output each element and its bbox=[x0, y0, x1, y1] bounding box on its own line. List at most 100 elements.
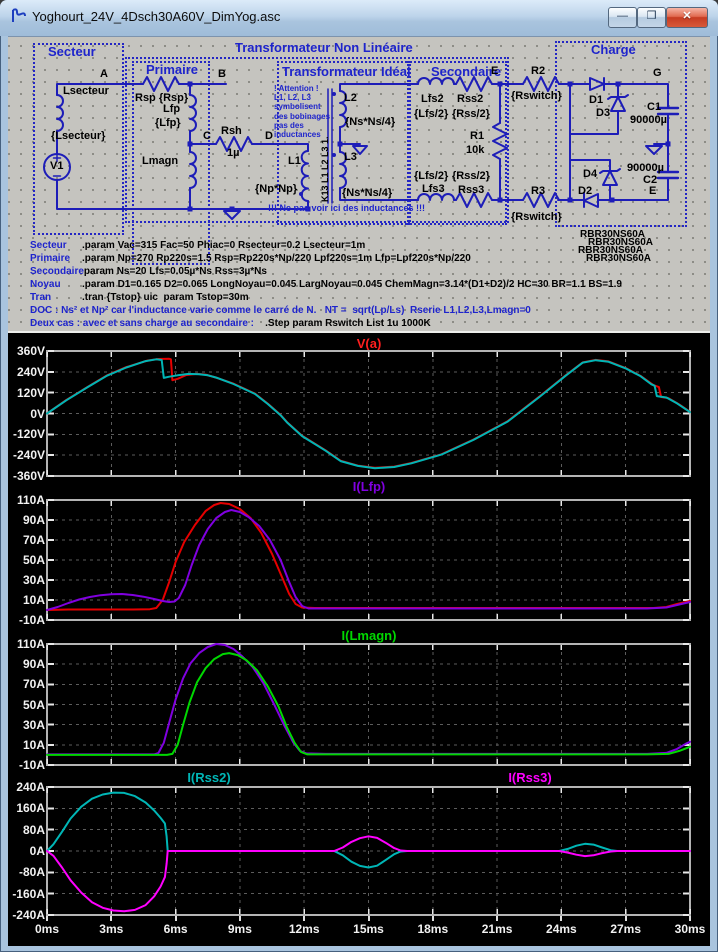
trace-title-I(Rss2)[interactable]: I(Rss2) bbox=[187, 770, 230, 785]
spice-directive[interactable]: Primaire .param Np=270 Rp220s=1.5 Rsp=Rp2… bbox=[30, 253, 471, 264]
plot-pane-1[interactable] bbox=[46, 499, 691, 621]
schematic-label[interactable]: D bbox=[265, 130, 273, 142]
x-axis-tick bbox=[110, 916, 113, 921]
spice-directive[interactable]: Noyau .param D1=0.165 D2=0.065 LongNoyau=… bbox=[30, 279, 622, 290]
schematic-label[interactable]: L2 bbox=[344, 92, 357, 104]
schematic-label[interactable]: {Rswitch} bbox=[511, 211, 562, 223]
x-axis-tick-label: 24ms bbox=[546, 922, 577, 936]
y-axis-tick-label: 70A bbox=[22, 533, 45, 547]
window-controls: — ❒ ✕ bbox=[608, 7, 708, 28]
schematic-label[interactable]: {Lfs/2} bbox=[414, 108, 448, 120]
x-axis-tick bbox=[174, 916, 177, 921]
schematic-label[interactable]: {Rss/2} bbox=[452, 170, 490, 182]
x-axis-tick bbox=[689, 916, 691, 921]
schematic-labels: Secteur Transformateur Non Linéaire Primai… bbox=[8, 37, 710, 331]
schematic-label[interactable]: V1 bbox=[50, 160, 63, 172]
y-axis-tick-label: 160A bbox=[16, 801, 45, 816]
x-axis-tick bbox=[560, 916, 563, 921]
y-axis-tick-label: 80A bbox=[22, 822, 45, 837]
y-axis-tick-label: -160A bbox=[12, 886, 45, 901]
x-axis-tick bbox=[367, 916, 370, 921]
y-axis-tick-label: 30A bbox=[22, 717, 45, 732]
spice-directive[interactable]: Secteur .param Vac=315 Fac=50 Phiac=0 Rse… bbox=[30, 240, 365, 251]
y-axis-tick-label: -10A bbox=[18, 758, 45, 772]
schematic-label[interactable]: Lmagn bbox=[142, 155, 178, 167]
window-title: Yoghourt_24V_4Dsch30A60V_DimYog.asc bbox=[32, 9, 281, 24]
plot-pane-0[interactable] bbox=[46, 350, 691, 477]
schematic-label[interactable]: {Np*Np} bbox=[255, 183, 297, 195]
y-axis-tick-label: 30A bbox=[22, 573, 45, 587]
y-axis-tick-label: 240A bbox=[16, 780, 45, 794]
schematic-label[interactable]: R3 bbox=[531, 185, 545, 197]
schematic-label[interactable]: L1 bbox=[288, 155, 301, 167]
schematic-label[interactable]: Rss3 bbox=[458, 184, 484, 196]
plot-pane-2[interactable] bbox=[46, 643, 691, 766]
schematic-label[interactable]: D4 bbox=[583, 168, 597, 180]
schematic-label[interactable]: Rsp {Rsp} bbox=[135, 92, 188, 104]
plot-pane-3[interactable] bbox=[46, 786, 691, 916]
spice-directive[interactable]: Tran .tran {Tstop} uic param Tstop=30m bbox=[30, 292, 249, 303]
y-axis-tick-label: 120V bbox=[16, 385, 45, 400]
spice-directive[interactable]: Deux cas : avec et sans charge au second… bbox=[30, 318, 431, 329]
schematic-label[interactable]: D2 bbox=[578, 185, 592, 197]
schematic-label[interactable]: G bbox=[653, 67, 662, 79]
schematic-label[interactable]: E bbox=[491, 65, 498, 77]
schematic-label[interactable]: {Rswitch} bbox=[511, 90, 562, 102]
schematic-label[interactable]: {Lfp} bbox=[155, 117, 181, 129]
schematic-label[interactable]: {Lfs/2} bbox=[414, 170, 448, 182]
maximize-button[interactable]: ❒ bbox=[637, 7, 666, 28]
schematic-label[interactable]: {Lsecteur} bbox=[51, 130, 105, 142]
close-button[interactable]: ✕ bbox=[666, 7, 708, 28]
schematic-label[interactable]: {Ns*Ns/4} bbox=[345, 116, 395, 128]
waveform-viewer[interactable]: V(a) 360V 240V 120V 0V -120V -240V -360V I(Lfp) 1… bbox=[8, 333, 710, 946]
section-title: Transformateur Idéal bbox=[282, 64, 411, 79]
x-axis-tick bbox=[46, 916, 48, 921]
schematic-editor[interactable]: Secteur Transformateur Non Linéaire Primai… bbox=[8, 36, 710, 333]
schematic-label[interactable]: Rss2 bbox=[457, 93, 483, 105]
ltspice-window: Yoghourt_24V_4Dsch30A60V_DimYog.asc — ❒ … bbox=[0, 0, 718, 952]
schematic-label[interactable]: 90000µ bbox=[630, 114, 667, 126]
schematic-label[interactable]: B bbox=[218, 68, 226, 80]
schematic-label[interactable]: Lsecteur bbox=[63, 85, 109, 97]
trace-title-I(Lfp)[interactable]: I(Lfp) bbox=[353, 479, 385, 494]
minimize-button[interactable]: — bbox=[608, 7, 637, 28]
schematic-label: ! Attention ! L1, L2, L3 symbolisent des… bbox=[274, 84, 331, 139]
schematic-label[interactable]: Lfs3 bbox=[422, 183, 445, 195]
x-axis-tick bbox=[303, 916, 306, 921]
schematic-label[interactable]: Lfs2 bbox=[421, 93, 444, 105]
y-axis-tick-label: 90A bbox=[22, 513, 45, 527]
schematic-label[interactable]: {Rss/2} bbox=[452, 108, 490, 120]
y-axis-tick-label: 0A bbox=[29, 844, 45, 858]
device-name-label[interactable]: RBR30NS60A bbox=[586, 253, 651, 264]
schematic-label[interactable]: E bbox=[649, 185, 656, 197]
schematic-label[interactable]: C2 bbox=[643, 174, 657, 186]
x-axis-tick-label: 30ms bbox=[674, 922, 706, 936]
schematic-label[interactable]: 10k bbox=[466, 144, 484, 156]
schematic-label[interactable]: 1µ bbox=[227, 147, 239, 159]
schematic-label[interactable]: Rsh bbox=[221, 125, 242, 137]
schematic-label[interactable]: D3 bbox=[596, 107, 610, 119]
y-axis-tick-label: 110A bbox=[16, 637, 45, 651]
schematic-label[interactable]: Lfp bbox=[163, 103, 180, 115]
trace-title-V(a)[interactable]: V(a) bbox=[357, 336, 382, 351]
section-title: Primaire bbox=[146, 62, 199, 77]
schematic-label[interactable]: C bbox=[203, 130, 211, 142]
schematic-label[interactable]: R1 bbox=[470, 130, 484, 142]
x-axis-tick-label: 0ms bbox=[34, 922, 60, 936]
schematic-label[interactable]: {Ns*Ns/4} bbox=[342, 187, 392, 199]
x-axis-tick bbox=[624, 916, 627, 921]
app-icon bbox=[12, 8, 26, 22]
trace-title-I(Lmagn)[interactable]: I(Lmagn) bbox=[342, 628, 397, 643]
title-bar[interactable]: Yoghourt_24V_4Dsch30A60V_DimYog.asc — ❒ … bbox=[0, 0, 718, 36]
spice-directive[interactable]: Secondaireparam Ns=20 Lfs=0.05µ*Ns Rss=3… bbox=[30, 266, 267, 277]
schematic-label[interactable]: C1 bbox=[647, 101, 661, 113]
x-axis-tick-label: 18ms bbox=[417, 922, 449, 936]
schematic-label[interactable]: A bbox=[100, 68, 108, 80]
schematic-label[interactable]: 90000µ bbox=[627, 162, 664, 174]
schematic-label[interactable]: D1 bbox=[589, 94, 603, 106]
schematic-label[interactable]: L3 bbox=[344, 151, 357, 163]
trace-title-I(Rss3)[interactable]: I(Rss3) bbox=[508, 770, 551, 785]
y-axis-tick-label: 0V bbox=[30, 406, 45, 421]
spice-directive[interactable]: DOC : Ns² et Np² car l'inductance varie … bbox=[30, 305, 531, 316]
schematic-label[interactable]: R2 bbox=[531, 65, 545, 77]
